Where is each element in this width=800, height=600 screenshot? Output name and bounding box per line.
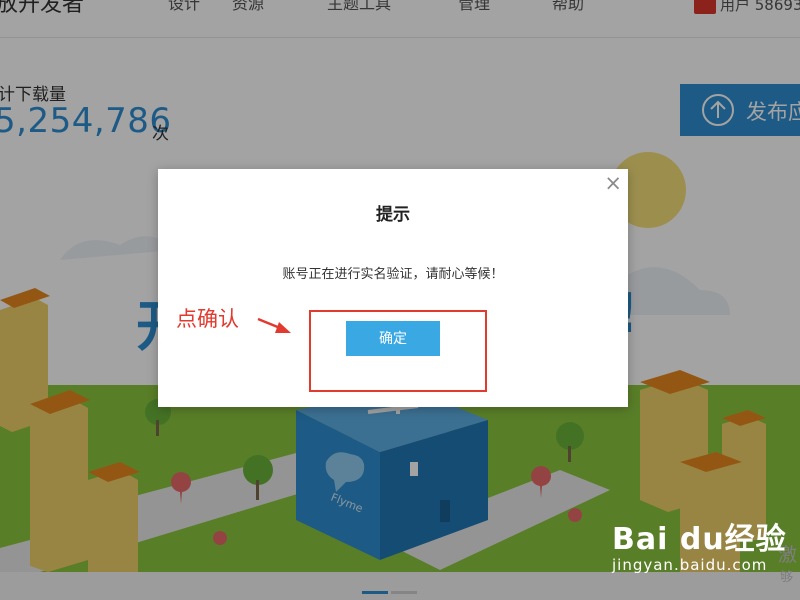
annotation-highlight-box (309, 310, 487, 392)
watermark-url: jingyan.baidu.com (612, 556, 768, 574)
annotation-label: 点确认 (176, 307, 239, 331)
annotation-arrow-icon (257, 317, 291, 333)
dialog-message: 账号正在进行实名验证，请耐心等候！ (282, 267, 504, 282)
baidu-jingyan-watermark: Bai du经验 jingyan.baidu.com (612, 514, 787, 574)
dialog-title: 提示 (376, 205, 410, 225)
close-icon[interactable]: × (604, 171, 622, 195)
watermark-logo: Bai du经验 (612, 522, 787, 557)
